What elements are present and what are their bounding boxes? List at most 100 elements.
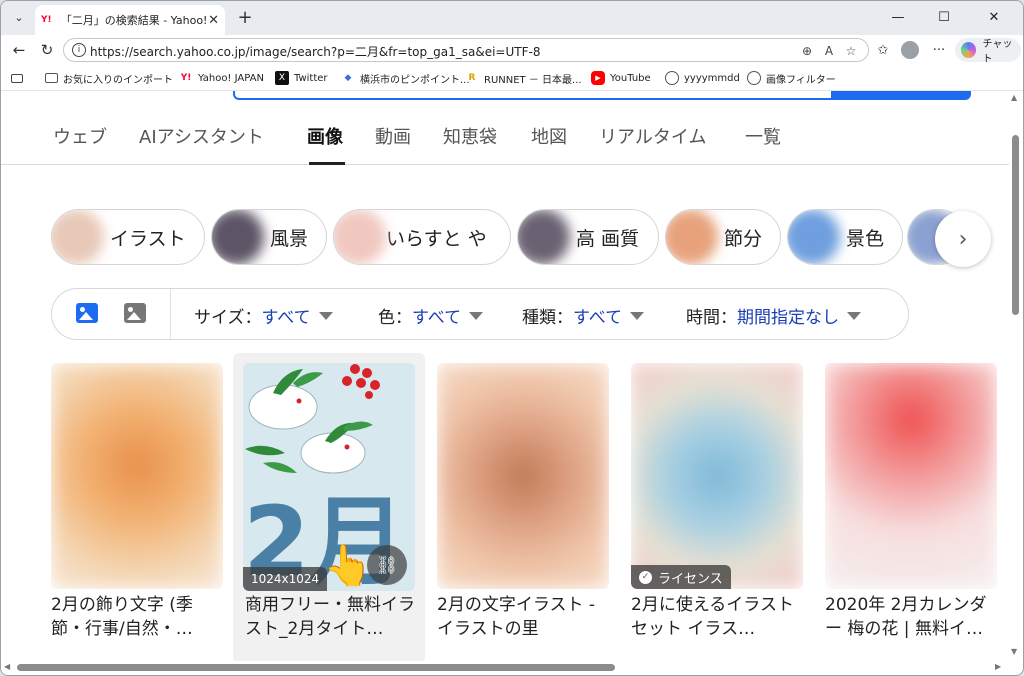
weather-icon: ◆ [344,73,352,83]
tab-realtime[interactable]: リアルタイム [599,123,706,149]
image-filter-bar: サイズ： すべて 色： すべて 種類： すべて 時間： 期間指定なし [51,288,909,340]
search-button[interactable] [831,91,971,99]
filter-time[interactable]: 時間： 期間指定なし [686,303,861,328]
bookmark-yyyymmdd[interactable]: yyyymmdd [665,70,740,86]
vertical-scrollbar[interactable]: ▲ ▼ [1009,91,1023,661]
maximize-icon[interactable]: ☐ [921,1,967,33]
pointer-hand-cursor-icon: 👆 [323,543,373,589]
similar-image-icon[interactable] [124,303,148,325]
chips-next-icon[interactable]: › [935,211,991,267]
filter-color[interactable]: 色： すべて [378,303,484,328]
scroll-right-icon[interactable]: ▶ [995,662,1001,671]
chip-thumbnail [788,210,840,264]
chip-high-quality[interactable]: 高 画質 [517,209,659,265]
image-result[interactable]: 2020年 2月カレンダー 梅の花 | 無料イ… [825,353,997,661]
chip-label: いらすと や [386,227,487,250]
zoom-icon[interactable]: ⊕ [798,42,816,60]
bookmark-yahoo-japan[interactable]: Y! Yahoo! JAPAN [179,70,264,86]
address-bar[interactable]: i https://search.yahoo.co.jp/image/searc… [63,38,869,62]
filter-type-label: 種類： [522,308,573,328]
filter-size[interactable]: サイズ： すべて [194,303,333,328]
result-thumbnail[interactable]: ✓ ライセンス [631,363,803,589]
more-menu-icon[interactable]: ··· [929,40,949,60]
bookmarks-bar: お気に入りのインポート Y! Yahoo! JAPAN X Twitter ◆ … [1,65,1023,91]
active-tab-indicator [309,162,345,165]
read-aloud-icon[interactable]: A [820,42,838,60]
bookmark-twitter[interactable]: X Twitter [275,70,328,86]
tab-web[interactable]: ウェブ [53,123,107,149]
browser-window: ⌄ Y! 「二月」の検索結果 - Yahoo!検索（画像） ✕ + — ☐ ✕ … [0,0,1024,676]
check-circle-icon: ✓ [639,570,652,584]
chip-irasutoya[interactable]: いらすと や [333,209,511,265]
scroll-left-icon[interactable]: ◀ [4,662,10,671]
vertical-scroll-thumb[interactable] [1012,135,1019,315]
search-box-edge[interactable] [233,91,971,100]
chip-setsubun[interactable]: 節分 [665,209,781,265]
bookmark-import-favorites[interactable]: お気に入りのインポート [45,70,173,86]
url-text[interactable]: https://search.yahoo.co.jp/image/search?… [90,43,540,60]
filter-color-label: 色： [378,308,412,328]
back-icon[interactable]: ← [7,39,31,61]
chip-keshiki[interactable]: 景色 [787,209,903,265]
chip-label: 風景 [270,227,309,250]
tab-close-icon[interactable]: ✕ [208,13,219,28]
tab-map[interactable]: 地図 [531,123,567,149]
runnet-icon: R [468,73,476,83]
image-result[interactable]: 2月の飾り文字 (季節・行事/自然・… [51,353,223,661]
tab-center-icon[interactable] [11,70,28,86]
result-thumbnail[interactable] [51,363,223,589]
bookmark-runnet[interactable]: R RUNNET － 日本最... [465,70,582,86]
browser-tab-active[interactable]: Y! 「二月」の検索結果 - Yahoo!検索（画像） ✕ [35,5,225,35]
image-result-hovered[interactable]: 2月 1024x1024 ⛓ 商用フリー・無料イラスト_2月タイト… [233,353,425,661]
chip-thumbnail [334,210,386,264]
bookmark-youtube[interactable]: ▶ YouTube [591,70,651,86]
image-result[interactable]: 2月の文字イラスト - イラストの里 [437,353,609,661]
horizontal-scrollbar[interactable]: ◀ ▶ [1,661,1009,675]
chip-thumbnail [666,210,718,264]
result-caption[interactable]: 2月に使えるイラストセット イラス… [631,593,803,641]
bookmark-image-filter[interactable]: 画像フィルター [747,70,836,86]
new-tab-icon[interactable]: + [233,6,257,28]
copilot-chat-button[interactable]: チャット [955,38,1021,65]
tab-images[interactable]: 画像 [307,123,343,149]
image-view-icon[interactable] [76,303,100,325]
link-icon[interactable]: ⛓ [367,545,407,585]
tab-actions-menu-icon[interactable]: ⌄ [7,6,31,28]
scroll-up-icon[interactable]: ▲ [1011,93,1017,102]
image-result[interactable]: ✓ ライセンス 2月に使えるイラストセット イラス… [631,353,803,661]
image-size-badge: 1024x1024 [243,567,328,591]
chip-label: 景色 [846,227,885,250]
result-thumbnail[interactable] [437,363,609,589]
favorite-star-icon[interactable]: ☆ [842,42,860,60]
chip-label: 高 画質 [576,227,640,250]
horizontal-scroll-thumb[interactable] [17,664,615,671]
tab-ai-assistant[interactable]: AIアシスタント [139,123,264,149]
favorites-icon[interactable]: ✩ [873,40,893,60]
refresh-icon[interactable]: ↻ [35,39,59,61]
result-caption[interactable]: 商用フリー・無料イラスト_2月タイト… [245,593,417,641]
caret-down-icon [847,311,861,320]
chip-scenery[interactable]: 風景 [211,209,327,265]
folder-icon [45,73,58,83]
chip-illust[interactable]: イラスト [51,209,205,265]
bookmark-label: Twitter [294,72,328,84]
chip-thumbnail [518,210,570,264]
filter-type[interactable]: 種類： すべて [522,303,645,328]
caret-down-icon [630,311,645,320]
bookmark-yokohama-weather[interactable]: ◆ 横浜市のピンポイント... [341,70,470,86]
site-info-icon[interactable]: i [72,43,86,57]
scroll-down-icon[interactable]: ▼ [1011,647,1017,656]
minimize-icon[interactable]: — [875,1,921,33]
filter-time-label: 時間： [686,308,737,328]
tab-list[interactable]: 一覧 [745,123,781,149]
tab-chiebukuro[interactable]: 知恵袋 [443,123,497,149]
result-caption[interactable]: 2月の飾り文字 (季節・行事/自然・… [51,593,223,641]
profile-avatar[interactable] [901,41,919,59]
result-caption[interactable]: 2月の文字イラスト - イラストの里 [437,593,609,641]
window-close-icon[interactable]: ✕ [971,1,1017,33]
image-results-grid: 2月の飾り文字 (季節・行事/自然・… 2月 1024x1024 ⛓ 商用フリー… [1,353,1009,661]
tab-videos[interactable]: 動画 [375,123,411,149]
result-caption[interactable]: 2020年 2月カレンダー 梅の花 | 無料イ… [825,593,997,641]
result-thumbnail[interactable] [825,363,997,589]
bookmark-label: 画像フィルター [766,74,836,86]
